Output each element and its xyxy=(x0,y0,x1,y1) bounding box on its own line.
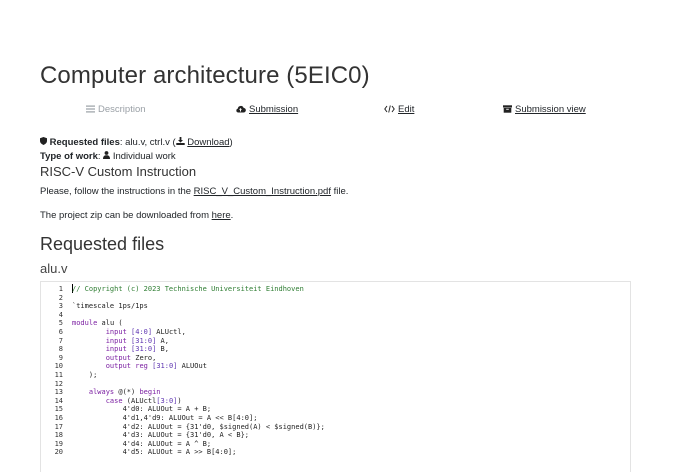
code-text: 4'd5: ALUOut = A >> B[4:0]; xyxy=(72,448,237,457)
download-icon xyxy=(175,137,185,147)
code-editor[interactable]: 1// Copyright (c) 2023 Technische Univer… xyxy=(40,281,631,472)
instructions-pdf-link[interactable]: RISC_V_Custom_Instruction.pdf xyxy=(194,186,331,197)
line-number: 20 xyxy=(54,448,63,457)
code-icon xyxy=(384,104,395,115)
type-of-work-label: Type of work xyxy=(40,151,98,162)
download-link[interactable]: Download xyxy=(187,137,229,148)
requested-files-value: : alu.v, ctrl.v ( xyxy=(119,137,176,148)
type-of-work-meta: Type of work: Individual work xyxy=(40,151,176,162)
type-of-work-value: Individual work xyxy=(112,151,176,162)
shield-icon xyxy=(40,137,47,147)
instructions-paragraph: Please, follow the instructions in the R… xyxy=(40,186,349,197)
tab-description-label: Description xyxy=(98,104,146,115)
tab-description[interactable]: Description xyxy=(86,104,146,115)
zip-download-link[interactable]: here xyxy=(212,210,231,221)
requested-files-heading: Requested files xyxy=(40,234,165,254)
requested-files-meta: Requested files: alu.v, ctrl.v ( Downloa… xyxy=(40,137,233,148)
code-line: 20 4'd5: ALUOut = A >> B[4:0]; xyxy=(41,448,630,457)
user-icon xyxy=(103,151,111,161)
tab-submission[interactable]: Submission xyxy=(235,104,298,115)
tab-submission-view-label: Submission view xyxy=(515,104,586,115)
tab-edit[interactable]: Edit xyxy=(384,104,414,115)
cloud-upload-icon xyxy=(235,105,246,115)
tab-edit-label: Edit xyxy=(398,104,415,115)
tab-submission-view[interactable]: Submission view xyxy=(503,104,586,115)
requested-files-label: Requested files xyxy=(49,137,120,148)
zip-paragraph: The project zip can be downloaded from h… xyxy=(40,210,234,221)
archive-icon xyxy=(503,104,512,115)
tab-bar: Description Submission Edit Submission v… xyxy=(40,104,630,118)
file-name-heading: alu.v xyxy=(40,261,68,276)
download-close-paren: ) xyxy=(229,137,233,148)
page-title: Computer architecture (5EIC0) xyxy=(40,62,370,89)
tab-submission-label: Submission xyxy=(249,104,299,115)
project-title: RISC-V Custom Instruction xyxy=(40,164,197,179)
list-icon xyxy=(86,105,95,115)
